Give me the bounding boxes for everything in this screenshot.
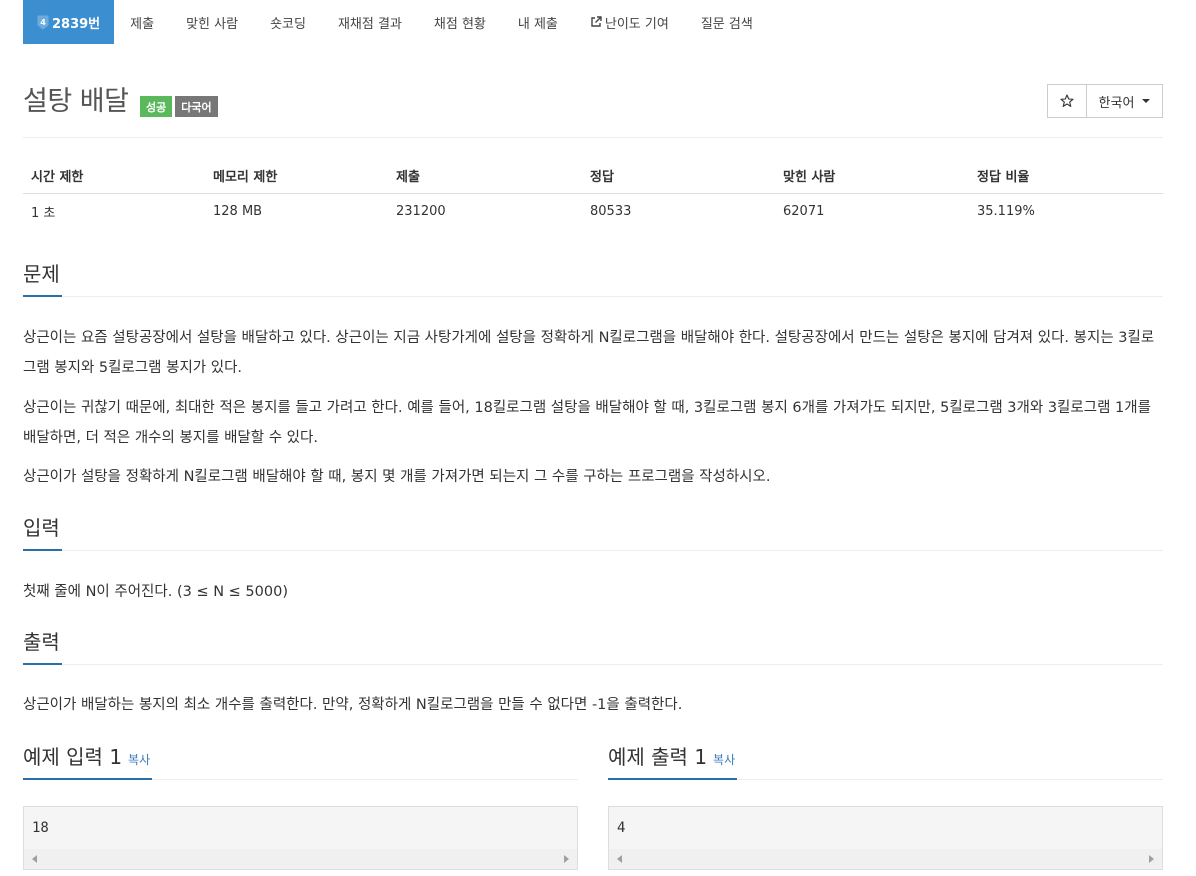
problem-info-table: 시간 제한 메모리 제한 제출 정답 맞힌 사람 정답 비율 1 초 128 M… bbox=[23, 158, 1163, 229]
sample-output-box[interactable]: 4 bbox=[608, 806, 1163, 870]
tab-rejudge-results[interactable]: 재채점 결과 bbox=[322, 0, 418, 44]
section-sample-input-title: 예제 입력 1 복사 bbox=[23, 744, 153, 780]
sample-output-value: 4 bbox=[617, 820, 626, 836]
tab-status[interactable]: 채점 현황 bbox=[418, 0, 502, 44]
tab-question-search[interactable]: 질문 검색 bbox=[685, 0, 769, 44]
scroll-right-arrow-icon[interactable] bbox=[1149, 855, 1154, 863]
tab-solved-users-label: 맞힌 사람 bbox=[186, 16, 239, 32]
caret-down-icon bbox=[1142, 99, 1151, 103]
tab-submit-label: 제출 bbox=[130, 16, 155, 32]
input-description: 첫째 줄에 N이 주어진다. (3 ≤ N ≤ 5000) bbox=[23, 584, 288, 600]
svg-text:4: 4 bbox=[40, 18, 46, 27]
copy-sample-output-button[interactable]: 복사 bbox=[713, 753, 735, 767]
language-select-value: 한국어 bbox=[1098, 95, 1135, 111]
section-problem-header: 문제 bbox=[23, 261, 1163, 297]
tab-submit[interactable]: 제출 bbox=[114, 0, 170, 44]
problem-actions: 한국어 bbox=[1047, 84, 1163, 118]
tab-question-search-label: 질문 검색 bbox=[700, 16, 753, 32]
sample-input-title-text: 예제 입력 1 bbox=[23, 745, 123, 769]
tab-short-coding[interactable]: 숏코딩 bbox=[254, 0, 322, 44]
page-title: 설탕 배달 bbox=[23, 86, 129, 117]
sample-output-title-text: 예제 출력 1 bbox=[608, 745, 708, 769]
tab-short-coding-label: 숏코딩 bbox=[270, 16, 306, 32]
problem-paragraph-3: 상근이가 설탕을 정확하게 N킬로그램 배달해야 할 때, 봉지 몇 개를 가져… bbox=[23, 469, 771, 485]
external-link-icon bbox=[591, 16, 602, 27]
header-accepted: 정답 bbox=[582, 158, 775, 194]
section-input-title: 입력 bbox=[23, 515, 62, 551]
value-memory-limit: 128 MB bbox=[213, 203, 263, 219]
section-output-header: 출력 bbox=[23, 629, 1163, 665]
scroll-left-arrow-icon[interactable] bbox=[32, 855, 37, 863]
sample-input-value: 18 bbox=[32, 820, 49, 836]
header-submissions: 제출 bbox=[388, 158, 582, 194]
header-solvers: 맞힌 사람 bbox=[775, 158, 969, 194]
problem-header: 설탕 배달 성공 다국어 한국어 bbox=[23, 84, 1163, 124]
status-badge-multilingual: 다국어 bbox=[175, 96, 218, 117]
tab-solved-users[interactable]: 맞힌 사람 bbox=[170, 0, 254, 44]
tab-status-label: 채점 현황 bbox=[433, 16, 486, 32]
section-input-header: 입력 bbox=[23, 515, 1163, 551]
favorite-button[interactable] bbox=[1047, 84, 1087, 118]
header-memory-limit: 메모리 제한 bbox=[205, 158, 388, 194]
section-sample-input-header: 예제 입력 1 복사 bbox=[23, 744, 578, 780]
value-accepted: 80533 bbox=[590, 203, 632, 219]
tab-difficulty-contribute[interactable]: 난이도 기여 bbox=[574, 0, 685, 44]
value-solvers: 62071 bbox=[783, 203, 825, 219]
problem-badges: 성공 다국어 bbox=[140, 96, 218, 117]
language-select[interactable]: 한국어 bbox=[1087, 84, 1163, 118]
table-row: 1 초 128 MB 231200 80533 62071 35.119% bbox=[23, 193, 1163, 229]
section-sample-output-header: 예제 출력 1 복사 bbox=[608, 744, 1163, 780]
section-problem-title: 문제 bbox=[23, 261, 62, 297]
tab-difficulty-contribute-label: 난이도 기여 bbox=[604, 16, 669, 32]
table-header-row: 시간 제한 메모리 제한 제출 정답 맞힌 사람 정답 비율 bbox=[23, 158, 1163, 194]
sample-output-scrollbar[interactable] bbox=[609, 849, 1162, 869]
section-output-title: 출력 bbox=[23, 629, 62, 665]
status-badge-success: 성공 bbox=[140, 96, 173, 117]
output-description: 상근이가 배달하는 봉지의 최소 개수를 출력한다. 만약, 정확하게 N킬로그… bbox=[23, 697, 683, 713]
value-accept-ratio: 35.119% bbox=[977, 203, 1035, 219]
header-time-limit: 시간 제한 bbox=[23, 158, 205, 194]
scroll-right-arrow-icon[interactable] bbox=[564, 855, 569, 863]
problem-paragraph-2: 상근이는 귀찮기 때문에, 최대한 적은 봉지를 들고 가려고 한다. 예를 들… bbox=[23, 400, 1151, 446]
star-icon bbox=[1060, 94, 1074, 107]
tab-my-submissions-label: 내 제출 bbox=[517, 16, 558, 32]
value-submissions: 231200 bbox=[396, 203, 446, 219]
problem-nav: 4 2839번 제출 맞힌 사람 숏코딩 재채점 결과 채점 현황 내 제출 난… bbox=[23, 0, 769, 44]
tab-my-submissions[interactable]: 내 제출 bbox=[502, 0, 574, 44]
level-badge-icon: 4 bbox=[37, 15, 49, 30]
scroll-left-arrow-icon[interactable] bbox=[617, 855, 622, 863]
tab-problem-label: 2839번 bbox=[52, 16, 101, 32]
section-sample-output-title: 예제 출력 1 복사 bbox=[608, 744, 738, 780]
sample-input-box[interactable]: 18 bbox=[23, 806, 578, 870]
sample-input-scrollbar[interactable] bbox=[24, 849, 577, 869]
copy-sample-input-button[interactable]: 복사 bbox=[128, 753, 150, 767]
header-accept-ratio: 정답 비율 bbox=[969, 158, 1163, 194]
tab-rejudge-results-label: 재채점 결과 bbox=[337, 16, 402, 32]
problem-paragraph-1: 상근이는 요즘 설탕공장에서 설탕을 배달하고 있다. 상근이는 지금 사탕가게… bbox=[23, 330, 1155, 376]
value-time-limit: 1 초 bbox=[31, 205, 56, 221]
header-divider bbox=[23, 137, 1163, 138]
tab-problem[interactable]: 4 2839번 bbox=[23, 0, 115, 44]
